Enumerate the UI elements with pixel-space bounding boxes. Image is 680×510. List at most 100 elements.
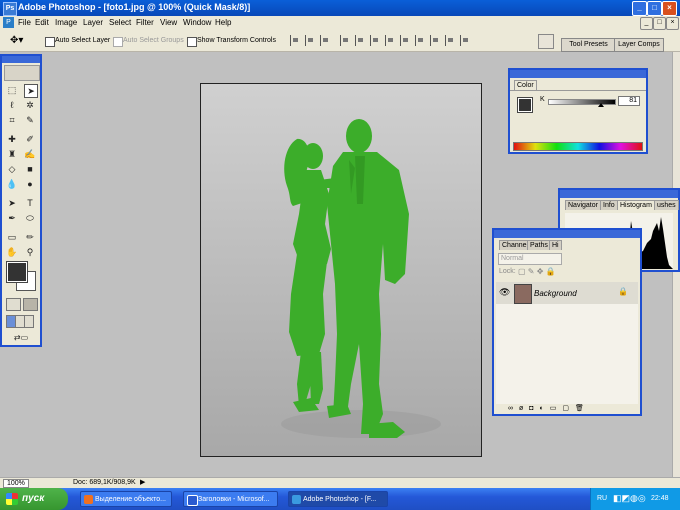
distribute-hcenter-icon[interactable] (445, 35, 456, 46)
layers-palette-header[interactable] (494, 230, 640, 238)
doc-close-button[interactable]: × (666, 17, 679, 30)
taskbar-button-photoshop[interactable]: Adobe Photoshop - [F... (288, 491, 388, 507)
color-ramp[interactable] (513, 142, 643, 151)
path-selection-icon[interactable]: ➤ (6, 197, 18, 209)
align-hcenter-icon[interactable] (355, 35, 366, 46)
align-right-icon[interactable] (370, 35, 381, 46)
tab-brushes[interactable]: ushes (654, 200, 679, 210)
menu-file[interactable]: File (18, 18, 31, 27)
color-palette-header[interactable] (510, 70, 646, 78)
doc-minimize-button[interactable]: _ (640, 17, 653, 30)
magic-wand-tool-icon[interactable]: ✲ (24, 99, 36, 111)
menu-layer[interactable]: Layer (83, 18, 103, 27)
pen-tool-icon[interactable]: ✒ (6, 212, 18, 224)
doc-maximize-button[interactable]: □ (653, 17, 666, 30)
eyedropper-tool-icon[interactable]: ✏ (24, 231, 36, 243)
distribute-left-icon[interactable] (430, 35, 441, 46)
brush-tool-icon[interactable]: ✐ (24, 133, 36, 145)
adjustment-icon[interactable]: ◐ (540, 405, 550, 412)
move-tool-icon[interactable]: ➤ (24, 84, 38, 98)
tab-histogram[interactable]: Histogram (617, 200, 655, 210)
start-button[interactable]: пуск (0, 488, 68, 510)
zoom-tool-icon[interactable]: ⚲ (24, 246, 36, 258)
lock-icons[interactable]: ▢ ✎ ✥ 🔒 (518, 267, 556, 276)
color-foreground-swatch[interactable] (517, 97, 533, 113)
notes-tool-icon[interactable]: ▭ (6, 231, 18, 243)
maximize-button[interactable]: □ (647, 1, 662, 16)
clock: 22:48 (651, 495, 669, 502)
align-top-icon[interactable] (290, 35, 301, 46)
menu-window[interactable]: Window (183, 18, 211, 27)
tab-history[interactable]: Hi (549, 240, 562, 250)
menu-select[interactable]: Select (109, 18, 131, 27)
trash-icon[interactable]: 🗑 (575, 405, 590, 412)
show-transform-checkbox[interactable] (187, 37, 197, 47)
language-indicator[interactable]: RU (597, 495, 607, 502)
foreground-color-swatch[interactable] (6, 261, 28, 283)
tab-channels[interactable]: Channe (499, 240, 530, 250)
new-layer-icon[interactable]: ▢ (562, 405, 575, 412)
auto-select-layer-checkbox[interactable] (45, 37, 55, 47)
tab-navigator[interactable]: Navigator (565, 200, 601, 210)
close-button[interactable]: × (662, 1, 677, 16)
blur-tool-icon[interactable]: 💧 (6, 178, 18, 190)
eye-icon[interactable]: 👁 (499, 287, 510, 298)
distribute-right-icon[interactable] (460, 35, 471, 46)
layer-row-background[interactable]: 👁 Background 🔒 (496, 282, 638, 305)
tab-paths[interactable]: Paths (527, 240, 551, 250)
menu-image[interactable]: Image (55, 18, 77, 27)
fx-icon[interactable]: ø (519, 405, 529, 412)
move-tool-icon[interactable]: ✥▾ (10, 35, 23, 46)
tab-info[interactable]: Info (600, 200, 618, 210)
minimize-button[interactable]: _ (632, 1, 647, 16)
k-slider-thumb-icon[interactable] (598, 103, 604, 107)
palette-well-icon[interactable] (538, 34, 554, 49)
align-bottom-icon[interactable] (320, 35, 331, 46)
slice-tool-icon[interactable]: ✎ (24, 114, 36, 126)
tool-presets-tab[interactable]: Tool Presets (561, 38, 616, 52)
lasso-tool-icon[interactable]: ℓ (6, 99, 18, 111)
gradient-tool-icon[interactable]: ■ (24, 163, 36, 175)
k-slider[interactable] (548, 99, 616, 105)
jump-to-imageready-icon[interactable]: ⇄▭ (7, 332, 35, 344)
quick-mask-mode-button[interactable] (23, 298, 38, 311)
photoshop-feather-icon[interactable] (4, 65, 40, 81)
group-icon[interactable]: ▭ (550, 405, 563, 412)
menu-filter[interactable]: Filter (136, 18, 154, 27)
auto-select-groups-checkbox[interactable] (113, 37, 123, 47)
menu-edit[interactable]: Edit (35, 18, 49, 27)
taskbar-button-browser[interactable]: Выделение объекто... (80, 491, 172, 507)
link-icon[interactable]: ∞ (508, 405, 519, 412)
distribute-bottom-icon[interactable] (415, 35, 426, 46)
status-arrow-icon[interactable]: ▶ (140, 478, 145, 486)
layer-comps-tab[interactable]: Layer Comps (614, 38, 664, 52)
tools-palette-header[interactable] (2, 56, 40, 63)
eraser-tool-icon[interactable]: ◇ (6, 163, 18, 175)
align-left-icon[interactable] (340, 35, 351, 46)
crop-tool-icon[interactable]: ⌗ (6, 114, 18, 126)
distribute-top-icon[interactable] (385, 35, 396, 46)
histogram-palette-header[interactable] (560, 190, 678, 198)
clone-stamp-icon[interactable]: ♜ (6, 148, 18, 160)
screen-mode-full-icon[interactable] (24, 315, 34, 328)
distribute-vcenter-icon[interactable] (400, 35, 411, 46)
dodge-tool-icon[interactable]: ● (24, 178, 36, 190)
blend-mode-select[interactable]: Normal (498, 253, 562, 265)
k-value-field[interactable]: 81 (618, 96, 640, 106)
type-tool-icon[interactable]: T (24, 197, 36, 209)
history-brush-icon[interactable]: ✍ (24, 148, 36, 160)
marquee-tool-icon[interactable]: ⬚ (6, 84, 18, 96)
healing-brush-icon[interactable]: ✚ (6, 133, 18, 145)
zoom-field[interactable]: 100% (3, 479, 29, 488)
tray-icons[interactable]: ◧◩◍◎ (613, 493, 646, 504)
mask-icon[interactable]: ◘ (529, 405, 539, 412)
hand-tool-icon[interactable]: ✋ (6, 246, 18, 258)
menu-view[interactable]: View (160, 18, 177, 27)
image-canvas[interactable] (200, 83, 482, 457)
align-vcenter-icon[interactable] (305, 35, 316, 46)
standard-mode-button[interactable] (6, 298, 21, 311)
tab-color[interactable]: Color (514, 80, 537, 90)
taskbar-button-word[interactable]: Заголовки - Microsof... (183, 491, 278, 507)
menu-help[interactable]: Help (215, 18, 231, 27)
shape-tool-icon[interactable]: ⬭ (24, 212, 36, 224)
